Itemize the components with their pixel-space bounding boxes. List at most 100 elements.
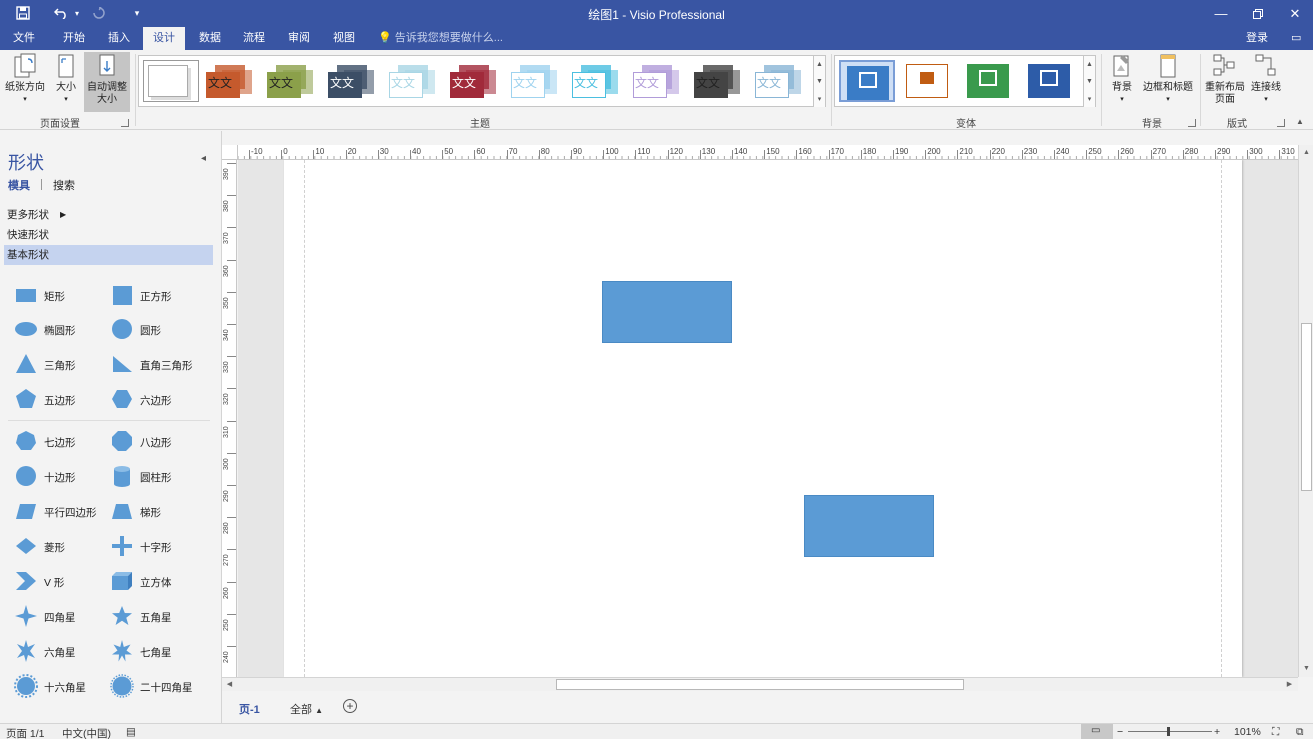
rectangle-shape[interactable] [602, 281, 732, 343]
presentation-mode-button[interactable]: ▭ [1081, 724, 1113, 739]
vertical-scroll-thumb[interactable] [1301, 323, 1312, 491]
stencil-item[interactable]: 六边形 [104, 385, 172, 415]
tab-insert[interactable]: 插入 [99, 27, 139, 50]
zoom-level[interactable]: 101% [1234, 726, 1261, 738]
variant-thumbnail[interactable] [1022, 60, 1078, 102]
ribbon-options-icon[interactable]: ▭ [1291, 27, 1301, 50]
add-page-icon[interactable]: + [343, 699, 357, 713]
zoom-slider[interactable] [1128, 731, 1212, 732]
undo-icon[interactable] [50, 4, 72, 22]
tell-me-box[interactable]: 💡 告诉我您想要做什么... [378, 27, 503, 50]
basic-shapes-item[interactable]: 基本形状 [4, 245, 213, 265]
drawing-canvas[interactable] [238, 160, 1298, 677]
zoom-in-icon[interactable]: + [1214, 726, 1220, 738]
stencil-item[interactable]: 七角星 [104, 637, 172, 667]
layout-launcher-icon[interactable] [1277, 119, 1285, 127]
scroll-right-icon[interactable]: ▶ [1284, 679, 1295, 690]
tab-stencils[interactable]: 模具 [8, 177, 30, 193]
macro-record-icon[interactable]: ▤ [126, 726, 136, 738]
theme-thumbnail[interactable]: 文文 [326, 60, 382, 102]
save-icon[interactable] [12, 4, 34, 22]
scroll-down-icon[interactable]: ▼ [1301, 663, 1312, 674]
page-tab-1[interactable]: 页-1 [239, 701, 260, 717]
variants-scroll-up-icon[interactable]: ▲ [1083, 56, 1095, 73]
horizontal-scroll-thumb[interactable] [556, 679, 964, 690]
tab-process[interactable]: 流程 [234, 27, 274, 50]
more-shapes-item[interactable]: 更多形状 ▶ [4, 205, 213, 225]
scroll-up-icon[interactable]: ▲ [1301, 147, 1312, 158]
theme-thumbnail[interactable]: 文文 [753, 60, 809, 102]
customize-qat-icon[interactable]: ▾ [130, 4, 144, 22]
minimize-icon[interactable]: — [1203, 0, 1239, 27]
page-number[interactable]: 页面 1/1 [6, 726, 45, 739]
theme-thumbnail[interactable]: 文文 [204, 60, 260, 102]
stencil-item[interactable]: 椭圆形 [8, 315, 76, 345]
stencil-item[interactable]: 十六角星 [8, 672, 86, 702]
switch-windows-icon[interactable]: ⧉ [1296, 726, 1304, 739]
undo-dropdown-icon[interactable]: ▾ [72, 4, 82, 22]
page-setup-launcher-icon[interactable] [121, 119, 129, 127]
themes-more-icon[interactable]: ▾ [813, 90, 825, 107]
themes-scroll-up-icon[interactable]: ▲ [813, 56, 825, 73]
stencil-item[interactable]: 五角星 [104, 602, 172, 632]
theme-thumbnail[interactable]: 文文 [692, 60, 748, 102]
stencil-item[interactable]: 十字形 [104, 532, 172, 562]
stencil-item[interactable]: 三角形 [8, 350, 76, 380]
variant-thumbnail[interactable] [839, 60, 895, 102]
theme-thumbnail[interactable]: 文文 [265, 60, 321, 102]
theme-thumbnail[interactable]: 文文 [387, 60, 443, 102]
stencil-item[interactable]: V 形 [8, 567, 64, 597]
stencil-item[interactable]: 二十四角星 [104, 672, 193, 702]
stencil-item[interactable]: 立方体 [104, 567, 172, 597]
scroll-left-icon[interactable]: ◀ [224, 679, 235, 690]
borders-titles-button[interactable]: 边框和标题 ▾ [1140, 52, 1196, 106]
variants-scroll-down-icon[interactable]: ▼ [1083, 73, 1095, 90]
stencil-item[interactable]: 梯形 [104, 497, 161, 527]
orientation-button[interactable]: 纸张方向 ▾ [4, 52, 46, 106]
tab-search[interactable]: 搜索 [53, 177, 75, 193]
stencil-item[interactable]: 平行四边形 [8, 497, 97, 527]
theme-thumbnail[interactable]: 文文 [509, 60, 565, 102]
tab-file[interactable]: 文件 [4, 27, 44, 50]
horizontal-scrollbar[interactable]: ◀ ▶ [222, 677, 1298, 691]
stencil-item[interactable]: 直角三角形 [104, 350, 193, 380]
tab-view[interactable]: 视图 [324, 27, 364, 50]
auto-size-button[interactable]: 自动调整 大小 [84, 52, 130, 112]
stencil-item[interactable]: 七边形 [8, 427, 76, 457]
tab-design[interactable]: 设计 [143, 27, 185, 50]
relayout-page-button[interactable]: 重新布局 页面 [1203, 52, 1247, 106]
redo-icon[interactable] [88, 4, 110, 22]
variant-thumbnail[interactable] [961, 60, 1017, 102]
stencil-item[interactable]: 菱形 [8, 532, 65, 562]
zoom-slider-thumb[interactable] [1167, 727, 1170, 736]
quick-shapes-item[interactable]: 快速形状 [4, 225, 213, 245]
restore-icon[interactable] [1240, 0, 1276, 27]
connectors-button[interactable]: 连接线 ▾ [1249, 52, 1283, 106]
variants-more-icon[interactable]: ▾ [1083, 90, 1095, 107]
fit-page-icon[interactable]: ⛶ [1272, 726, 1279, 739]
variant-thumbnail[interactable] [900, 60, 956, 102]
background-button[interactable]: 背景 ▾ [1106, 52, 1138, 106]
theme-thumbnail[interactable]: 文文 [631, 60, 687, 102]
tab-home[interactable]: 开始 [54, 27, 94, 50]
collapse-ribbon-icon[interactable]: ▲ [1296, 117, 1304, 126]
close-icon[interactable]: ✕ [1277, 0, 1313, 27]
stencil-item[interactable]: 圆柱形 [104, 462, 172, 492]
stencil-item[interactable]: 四角星 [8, 602, 76, 632]
stencil-item[interactable]: 圆形 [104, 315, 161, 345]
backgrounds-launcher-icon[interactable] [1188, 119, 1196, 127]
tab-data[interactable]: 数据 [190, 27, 230, 50]
themes-scroll-down-icon[interactable]: ▼ [813, 73, 825, 90]
login-link[interactable]: 登录 [1246, 27, 1268, 50]
tab-review[interactable]: 审阅 [279, 27, 319, 50]
drawing-page[interactable] [284, 160, 1242, 677]
all-pages-button[interactable]: 全部 ▲ [290, 701, 323, 717]
language-indicator[interactable]: 中文(中国) [62, 726, 111, 739]
rectangle-shape[interactable] [804, 495, 934, 557]
collapse-panel-icon[interactable]: ◂ [201, 153, 206, 164]
theme-thumbnail[interactable]: 文文 [570, 60, 626, 102]
stencil-item[interactable]: 矩形 [8, 281, 65, 311]
vertical-scrollbar[interactable]: ▲ ▼ [1298, 145, 1313, 677]
stencil-item[interactable]: 八边形 [104, 427, 172, 457]
zoom-out-icon[interactable]: − [1117, 726, 1123, 738]
